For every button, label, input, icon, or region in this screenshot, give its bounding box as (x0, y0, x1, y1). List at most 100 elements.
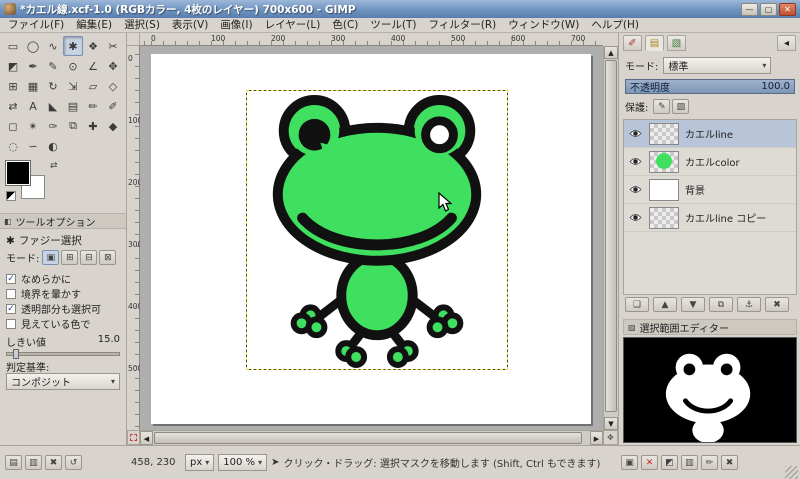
bucket-fill-tool[interactable]: ◣ (43, 96, 63, 116)
select-by-color[interactable]: ❖ (83, 36, 103, 56)
clone-tool[interactable]: ⧉ (63, 116, 83, 136)
menu-item-9[interactable]: ウィンドウ(W) (502, 18, 585, 33)
layer-row-0[interactable]: カエルline (624, 120, 796, 148)
heal-tool[interactable]: ✚ (83, 116, 103, 136)
selection-editor-header[interactable]: ▨ 選択範囲エディター (623, 319, 797, 335)
menu-item-6[interactable]: 色(C) (326, 18, 364, 33)
airbrush-tool[interactable]: ✴ (23, 116, 43, 136)
zoom-dropdown[interactable]: 100 % ▾ (218, 454, 268, 471)
lower-layer-icon[interactable]: ▼ (681, 297, 705, 312)
invert-selection-icon[interactable]: ◩ (661, 455, 678, 470)
rect-select[interactable]: ▭ (3, 36, 23, 56)
visibility-eye-icon[interactable] (627, 185, 643, 194)
layer-row-1[interactable]: カエルcolor (624, 148, 796, 176)
restore-options-icon[interactable]: ▥ (25, 455, 42, 470)
foreground-select[interactable]: ◩ (3, 56, 23, 76)
window-titlebar[interactable]: *カエル線.xcf-1.0 (RGBカラー, 4枚のレイヤー) 700x600 … (0, 0, 800, 18)
select-none-icon[interactable]: ✕ (641, 455, 658, 470)
select-all-icon[interactable]: ▣ (621, 455, 638, 470)
menu-item-5[interactable]: レイヤー(L) (259, 18, 327, 33)
crop-tool[interactable]: ▦ (23, 76, 43, 96)
subtract-mode-icon[interactable]: ⊟ (80, 250, 98, 265)
vertical-scrollbar[interactable]: ▲ ▼ (603, 46, 618, 430)
perspective-clone-tool[interactable]: ◆ (103, 116, 123, 136)
vertical-ruler[interactable]: 0 100 200 300 400 500 (127, 46, 142, 430)
perspective-tool[interactable]: ◇ (103, 76, 123, 96)
opacity-slider[interactable]: 不透明度 100.0 (625, 79, 795, 94)
move-tool[interactable]: ✥ (103, 56, 123, 76)
horizontal-scrollbar[interactable]: ◀ ▶ (140, 430, 603, 445)
menu-item-2[interactable]: 選択(S) (118, 18, 166, 33)
canvas-viewport[interactable] (140, 46, 603, 430)
delete-layer-icon[interactable]: ✖ (765, 297, 789, 312)
menu-item-0[interactable]: ファイル(F) (2, 18, 70, 33)
unit-dropdown[interactable]: px ▾ (185, 454, 215, 471)
default-colors-icon[interactable] (6, 191, 16, 201)
window-resize-grip[interactable] (785, 466, 798, 479)
selection-mask-preview[interactable] (623, 337, 797, 443)
scissors-select[interactable]: ✂ (103, 36, 123, 56)
save-to-channel-icon[interactable]: ▥ (681, 455, 698, 470)
tool-option-checkbox-0[interactable]: ✓ なめらかに (6, 271, 122, 286)
delete-selection-icon[interactable]: ✖ (721, 455, 738, 470)
delete-options-icon[interactable]: ✖ (45, 455, 62, 470)
tool-option-checkbox-1[interactable]: 境界を暈かす (6, 286, 122, 301)
stroke-selection-icon[interactable]: ✏ (701, 455, 718, 470)
layer-mode-dropdown[interactable]: 標準 ▾ (663, 57, 772, 74)
canvas-page[interactable] (151, 54, 591, 424)
pencil-tool[interactable]: ✏ (83, 96, 103, 116)
shear-tool[interactable]: ▱ (83, 76, 103, 96)
scroll-down-icon[interactable]: ▼ (604, 417, 618, 430)
anchor-layer-icon[interactable]: ⚓ (737, 297, 761, 312)
measure-tool[interactable]: ∠ (83, 56, 103, 76)
flip-tool[interactable]: ⇄ (3, 96, 23, 116)
blend-tool[interactable]: ▤ (63, 96, 83, 116)
raise-layer-icon[interactable]: ▲ (653, 297, 677, 312)
horizontal-ruler[interactable]: 0 100 200 300 400 500 600 700 (140, 33, 603, 46)
save-options-icon[interactable]: ▤ (5, 455, 22, 470)
tool-option-checkbox-3[interactable]: 見えている色で (6, 316, 122, 331)
text-tool[interactable]: A (23, 96, 43, 116)
criterion-dropdown[interactable]: コンポジット ▾ (6, 373, 120, 390)
menu-item-7[interactable]: ツール(T) (364, 18, 422, 33)
threshold-handle[interactable] (12, 349, 19, 359)
foreground-color-swatch[interactable] (6, 161, 30, 185)
color-picker[interactable]: ✎ (43, 56, 63, 76)
close-icon[interactable]: ✕ (779, 2, 796, 16)
menu-item-4[interactable]: 画像(I) (214, 18, 258, 33)
brushes-tab-icon[interactable]: ✐ (623, 35, 642, 51)
lock-alpha-icon[interactable]: ▨ (672, 99, 690, 114)
paintbrush-tool[interactable]: ✐ (103, 96, 123, 116)
zoom-tool[interactable]: ⊙ (63, 56, 83, 76)
horizontal-scroll-thumb[interactable] (154, 432, 582, 444)
visibility-eye-icon[interactable] (627, 213, 643, 222)
replace-mode-icon[interactable]: ▣ (42, 250, 60, 265)
menu-item-3[interactable]: 表示(V) (166, 18, 214, 33)
swap-colors-icon[interactable]: ⇄ (50, 161, 58, 171)
layers-tab-icon[interactable]: ▤ (645, 35, 664, 51)
scale-tool[interactable]: ⇲ (63, 76, 83, 96)
tab-menu-icon[interactable]: ◂ (777, 35, 796, 51)
blur-sharpen-tool[interactable]: ◌ (3, 136, 23, 156)
ink-tool[interactable]: ✑ (43, 116, 63, 136)
smudge-tool[interactable]: ∽ (23, 136, 43, 156)
scroll-up-icon[interactable]: ▲ (604, 46, 618, 59)
rotate-tool[interactable]: ↻ (43, 76, 63, 96)
vertical-scroll-thumb[interactable] (605, 60, 617, 412)
tool-options-header[interactable]: ◧ ツールオプション (0, 213, 126, 229)
fuzzy-select[interactable]: ✱ (63, 36, 83, 56)
dodge-burn-tool[interactable]: ◐ (43, 136, 63, 156)
lock-pixels-icon[interactable]: ✎ (653, 99, 671, 114)
layer-row-2[interactable]: 背景 (624, 176, 796, 204)
gradients-tab-icon[interactable]: ▧ (667, 35, 686, 51)
threshold-slider[interactable]: しきい値 15.0 (6, 334, 120, 359)
scroll-right-icon[interactable]: ▶ (590, 431, 603, 445)
visibility-eye-icon[interactable] (627, 157, 643, 166)
layer-row-3[interactable]: カエルline コピー (624, 204, 796, 232)
duplicate-layer-icon[interactable]: ⧉ (709, 297, 733, 312)
scroll-left-icon[interactable]: ◀ (140, 431, 153, 445)
paths-tool[interactable]: ✒ (23, 56, 43, 76)
menu-item-10[interactable]: ヘルプ(H) (585, 18, 645, 33)
add-mode-icon[interactable]: ⊞ (61, 250, 79, 265)
quickmask-toggle[interactable] (127, 430, 140, 445)
